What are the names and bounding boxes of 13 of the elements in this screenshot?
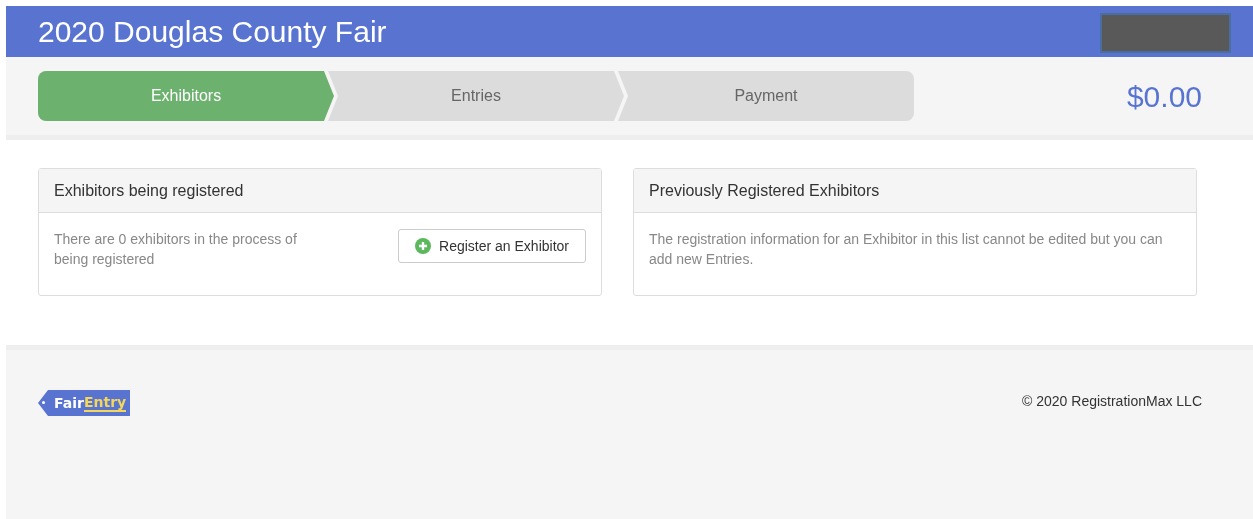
step-tab[interactable]: Entries	[328, 71, 624, 121]
copyright-text: © 2020 RegistrationMax LLC	[1022, 392, 1202, 411]
step-tab[interactable]: Payment	[618, 71, 914, 121]
panel-text: The registration information for an Exhibitor in this list cannot be edited but you can add new Entries.	[649, 230, 1164, 269]
panel-text: There are 0 exhibitors in the process of being registered	[54, 230, 298, 269]
panel-title: Previously Registered Exhibitors	[649, 180, 880, 201]
fairentry-logo: FairEntry	[38, 390, 131, 416]
register-button[interactable]: Register an Exhibitor	[398, 229, 586, 263]
panel-title: Exhibitors being registered	[54, 180, 244, 201]
total-amount: $0.00	[1126, 78, 1202, 115]
plus-circle-icon	[415, 238, 432, 254]
step-tab[interactable]: Exhibitors	[38, 71, 334, 121]
page-title: 2020 Douglas County Fair	[38, 16, 387, 47]
